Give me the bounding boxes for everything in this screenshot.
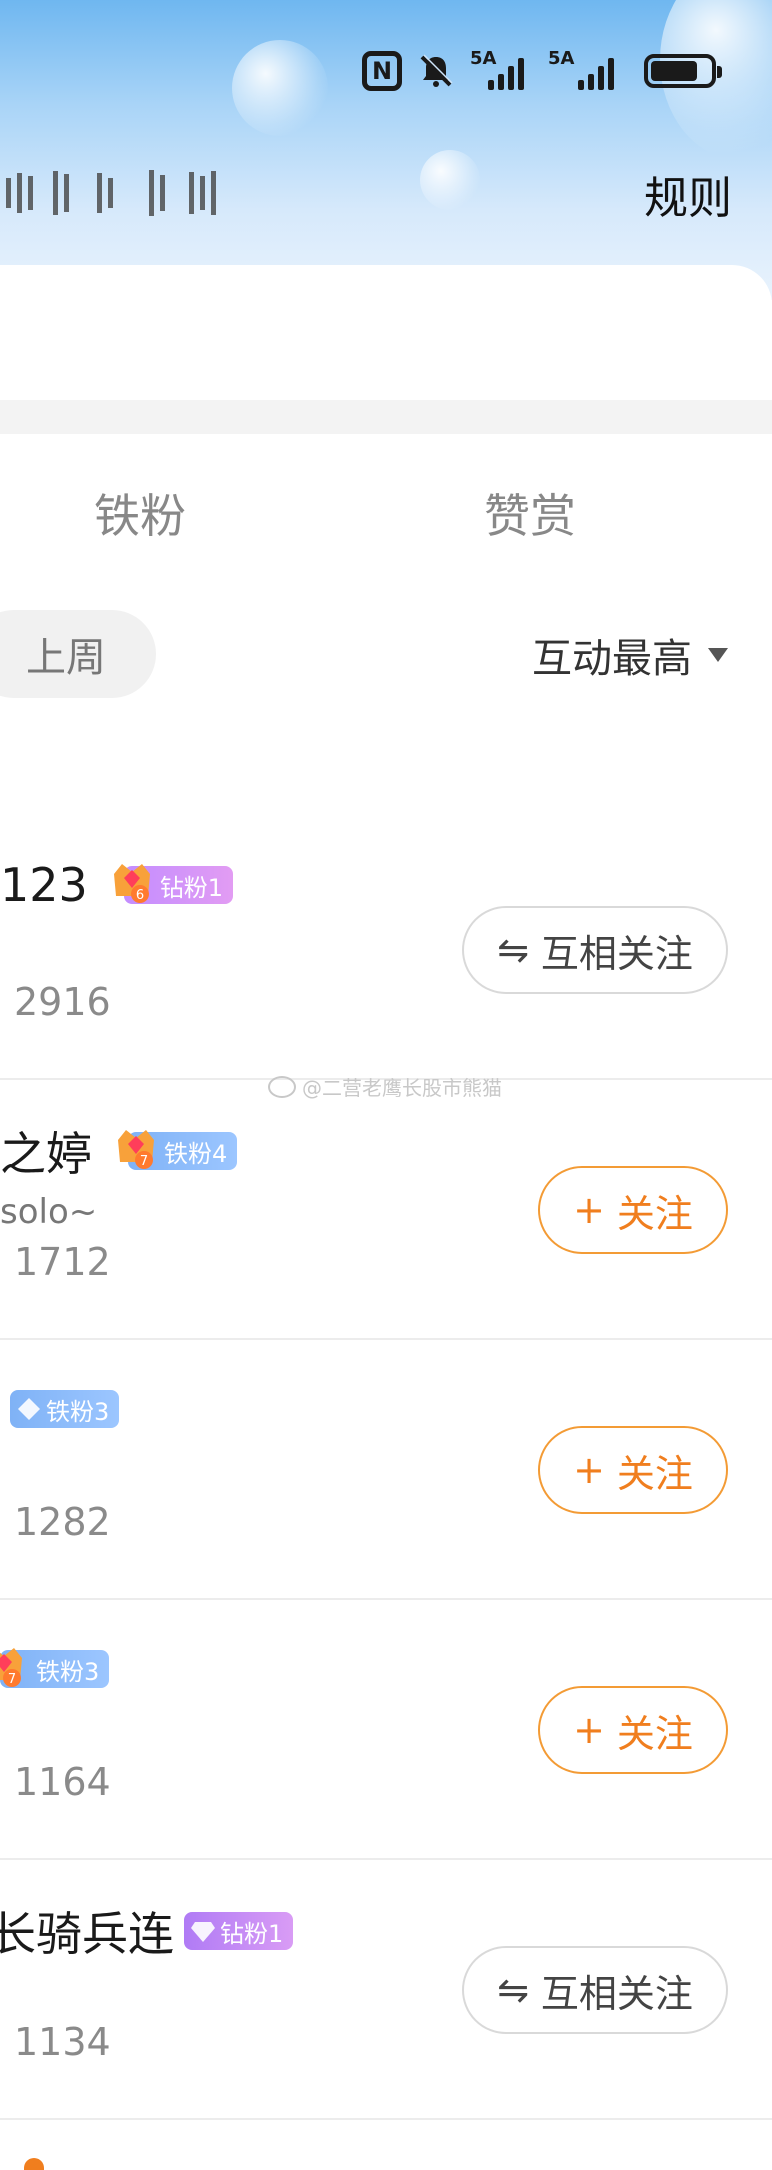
interaction-score: 1134 [14, 2020, 111, 2064]
flame-icon [24, 2158, 44, 2170]
signal-label: 5A [548, 48, 575, 69]
fan-level-badge: 7 铁粉3 [0, 1648, 110, 1688]
decor-bubble [420, 150, 480, 210]
list-item[interactable]: 123 6 钻粉1 2916 ⇋ 互相关注 [0, 820, 772, 1080]
mute-bell-icon [420, 54, 453, 87]
status-bar: N 5A 5A [362, 48, 722, 94]
diamond-icon [191, 1922, 215, 1942]
crown-icon: 7 [118, 1130, 154, 1169]
list-item[interactable]: 之婷 7 铁粉4 solo~ 1712 + 关注 [0, 1080, 772, 1340]
badge-label: 铁粉3 [46, 1397, 110, 1426]
mutual-follow-label: 互相关注 [540, 1971, 693, 2016]
row-divider [0, 2118, 772, 2120]
last-week-filter[interactable]: 上周 [0, 610, 156, 698]
badge-label: 钻粉1 [159, 873, 224, 902]
badge-level-number: 7 [8, 1672, 16, 1687]
badge-level-number: 7 [140, 1154, 148, 1169]
signal-label: 5A [470, 48, 497, 69]
sort-dropdown[interactable]: 互动最高 [532, 626, 728, 684]
badge-label: 铁粉4 [164, 1139, 228, 1168]
nfc-icon: N [362, 51, 402, 91]
fan-name: 之婷 7 铁粉4 [0, 1118, 238, 1184]
interaction-score: 1164 [14, 1760, 111, 1804]
fan-name: 长骑兵连 钻粉1 [0, 1898, 294, 1964]
plus-icon: + [573, 1448, 605, 1492]
list-item[interactable]: 铁粉3 1282 + 关注 [0, 1340, 772, 1600]
interaction-score: 1282 [14, 1500, 111, 1544]
fan-level-badge: 铁粉3 [10, 1390, 120, 1428]
fan-bio: solo~ [0, 1192, 98, 1232]
fan-level-badge: 6 钻粉1 [113, 864, 234, 904]
list-item[interactable]: 7 铁粉3 1164 + 关注 [0, 1600, 772, 1860]
follow-button[interactable]: + 关注 [538, 1686, 728, 1774]
header-banner: N 5A 5A 规则 [0, 0, 772, 300]
follow-label: 关注 [616, 1451, 693, 1496]
battery-icon [644, 54, 722, 88]
follow-button[interactable]: + 关注 [538, 1166, 728, 1254]
follow-button[interactable]: + 关注 [538, 1426, 728, 1514]
rules-link[interactable]: 规则 [644, 162, 732, 226]
fan-name-text: 之婷 [0, 1127, 92, 1181]
content-card [0, 265, 772, 400]
fan-level-badge: 7 铁粉4 [118, 1130, 238, 1170]
swap-arrows-icon: ⇋ [497, 928, 529, 972]
mutual-follow-button[interactable]: ⇋ 互相关注 [462, 1946, 728, 2034]
fan-level-badge: 钻粉1 [184, 1912, 294, 1950]
fan-name: 铁粉3 [10, 1390, 120, 1428]
follow-label: 关注 [616, 1191, 693, 1236]
badge-label: 铁粉3 [36, 1657, 100, 1686]
crown-icon: 6 [113, 864, 150, 903]
swap-arrows-icon: ⇋ [497, 1968, 529, 2012]
plus-icon: + [573, 1188, 605, 1232]
fan-name-text: 长骑兵连 [0, 1907, 174, 1961]
plus-icon: + [573, 1708, 605, 1752]
tab-rewards[interactable]: 赞赏 [484, 480, 576, 546]
interaction-score: 1712 [14, 1240, 111, 1284]
mutual-follow-button[interactable]: ⇋ 互相关注 [462, 906, 728, 994]
follow-label: 关注 [616, 1711, 693, 1756]
fan-name: 123 6 钻粉1 [0, 858, 234, 912]
fan-name-text: 123 [0, 858, 88, 912]
masked-title [6, 168, 280, 218]
diamond-icon [18, 1398, 40, 1420]
sort-label: 互动最高 [532, 636, 692, 682]
badge-label: 钻粉1 [220, 1919, 284, 1948]
badge-level-number: 6 [136, 888, 144, 903]
last-week-label: 上周 [26, 635, 106, 681]
section-divider [0, 400, 772, 434]
tab-iron-fans[interactable]: 铁粉 [94, 480, 186, 546]
interaction-score: 2916 [14, 980, 111, 1024]
list-item[interactable]: 长骑兵连 钻粉1 1134 ⇋ 互相关注 [0, 1860, 772, 2120]
decor-bubble [232, 40, 328, 136]
cellular-signal-icon: 5A [470, 48, 534, 90]
mutual-follow-label: 互相关注 [540, 931, 693, 976]
chevron-down-icon [708, 648, 728, 662]
crown-icon: 7 [0, 1648, 22, 1687]
fan-name: 7 铁粉3 [0, 1648, 110, 1688]
cellular-signal-icon: 5A [548, 48, 630, 90]
